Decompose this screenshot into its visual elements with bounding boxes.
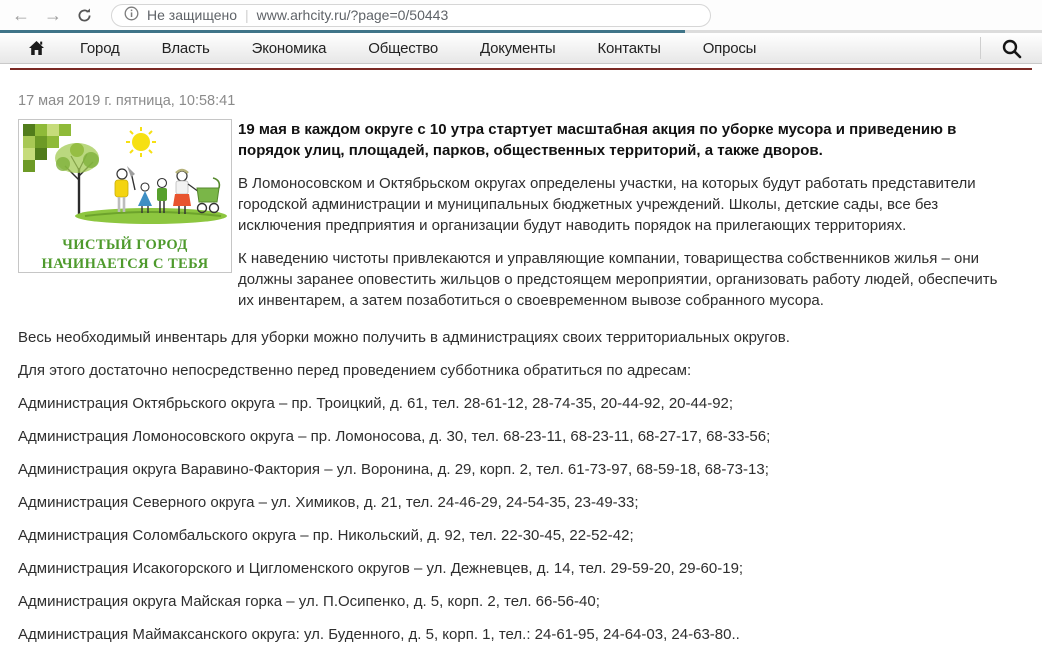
nav-menu-item[interactable]: Власть [141, 40, 231, 57]
address-line: Администрация Северного округа – ул. Хим… [18, 494, 639, 511]
nav-menu-item[interactable]: Опросы [682, 40, 778, 57]
address-line: Администрация округа Варавино-Фактория –… [18, 461, 769, 478]
tab-underline-fill [0, 30, 685, 33]
full-width-paragraphs: Весь необходимый инвентарь для уборки мо… [18, 327, 1024, 381]
article-paragraph: К наведению чистоты привлекаются и управ… [238, 250, 998, 309]
article-paragraph: Весь необходимый инвентарь для уборки мо… [18, 329, 790, 346]
nav-menu: Город Власть Экономика Общество Документы Кон… [59, 40, 777, 57]
nav-home-button[interactable] [14, 40, 59, 56]
search-icon [1002, 39, 1022, 58]
datetime-text: 17 мая 2019 г. пятница, 10:58:41 [18, 93, 236, 109]
site-nav: Город Власть Экономика Общество Документы Кон… [0, 33, 1042, 64]
nav-menu-item[interactable]: Экономика [231, 40, 348, 57]
side-paragraphs: В Ломоносовском и Октябрьском округах оп… [238, 173, 1010, 311]
article-top: ЧИСТЫЙ ГОРОД НАЧИНАЕТСЯ С ТЕБЯ 19 мая в … [18, 119, 1024, 311]
info-icon[interactable] [124, 6, 139, 24]
sun [126, 127, 156, 157]
address-line: Администрация Октябрьского округа – пр. … [18, 395, 734, 412]
forward-button[interactable]: → [44, 6, 62, 24]
header-accent-rule [10, 68, 1032, 70]
poster-slogan-line1: ЧИСТЫЙ ГОРОД [62, 237, 188, 253]
browser-chrome: ← → Не защищено | www.arhcity.ru/?page=0… [0, 0, 1042, 30]
home-icon [29, 41, 44, 55]
article-paragraph: Для этого достаточно непосредственно пер… [18, 362, 692, 379]
nav-separator [980, 37, 981, 59]
tree [55, 143, 99, 216]
tab-underline [0, 30, 1042, 33]
address-line: Администрация Маймаксанского округа: ул.… [18, 626, 740, 643]
grass [75, 208, 227, 224]
address-line: Администрация Ломоносовского округа – пр… [18, 428, 771, 445]
poster-illustration [23, 124, 227, 224]
nav-menu-item[interactable]: Контакты [577, 40, 682, 57]
url-text[interactable]: www.arhcity.ru/?page=0/50443 [257, 7, 449, 23]
mother-figure [173, 168, 200, 214]
clean-city-poster-image: ЧИСТЫЙ ГОРОД НАЧИНАЕТСЯ С ТЕБЯ [18, 119, 232, 273]
nav-menu-item[interactable]: Город [59, 40, 141, 57]
son-figure [156, 177, 168, 213]
article-paragraph: В Ломоносовском и Октябрьском округах оп… [238, 175, 976, 234]
search-button[interactable] [995, 38, 1028, 59]
back-button[interactable]: ← [12, 6, 30, 24]
lead-column: 19 мая в каждом округе с 10 утра стартуе… [238, 119, 1024, 311]
nav-menu-item[interactable]: Документы [459, 40, 577, 57]
article-page: 17 мая 2019 г. пятница, 10:58:41 ЧИСТЫЙ … [0, 93, 1042, 645]
stroller [196, 177, 221, 214]
poster-slogan-line2: НАЧИНАЕТСЯ С ТЕБЯ [41, 256, 209, 272]
address-bar[interactable]: Не защищено | www.arhcity.ru/?page=0/504… [111, 3, 711, 27]
security-label: Не защищено [147, 7, 237, 23]
address-line: Администрация округа Майская горка – ул.… [18, 593, 600, 610]
nav-menu-item[interactable]: Общество [347, 40, 459, 57]
address-line: Администрация Соломбальского округа – пр… [18, 527, 634, 544]
address-line: Администрация Исакогорского и Цигломенск… [18, 560, 744, 577]
reload-icon[interactable] [76, 7, 93, 24]
address-list: Администрация Октябрьского округа – пр. … [18, 393, 1024, 645]
address-divider: | [245, 7, 249, 23]
father-figure [114, 166, 136, 212]
article-lead: 19 мая в каждом округе с 10 утра стартуе… [238, 121, 957, 159]
